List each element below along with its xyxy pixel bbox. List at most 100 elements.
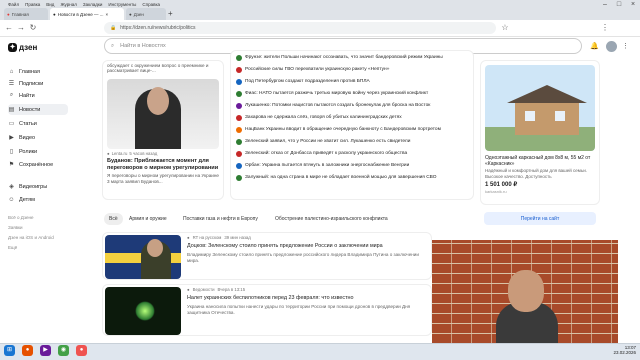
news-list-item[interactable]: Орбан: Украина пытается втянуть в заложн… xyxy=(236,160,474,171)
source-icon: ● xyxy=(107,151,110,156)
story-source[interactable]: Lenta.ru xyxy=(112,151,128,156)
sidebar-item-5[interactable]: ▶ Видео xyxy=(8,132,68,143)
chip-gas[interactable]: Поставки газа и нефти в Европу xyxy=(178,213,263,225)
feed-item[interactable]: ● Ведомости Вчера в 13:15 Налет украинск… xyxy=(102,284,432,336)
tab-home[interactable]: ● Главная xyxy=(4,8,48,20)
firefox-icon[interactable]: ● xyxy=(22,345,33,356)
news-list-item[interactable]: Под Петербургом создают подразделения пр… xyxy=(236,76,474,87)
ad-card[interactable]: Одноэтажный каркасный дом 8х8 м, 55 м2 о… xyxy=(480,60,600,205)
new-tab-icon[interactable]: + xyxy=(168,9,173,18)
news-list-item[interactable]: Залужный: на одна страна в мире не облад… xyxy=(236,172,474,183)
source-logo-icon xyxy=(236,150,242,157)
sidebar-item-8[interactable]: ◈ Видеоигры xyxy=(8,181,68,192)
source-icon: ● xyxy=(187,235,190,240)
feed-headline[interactable]: Доцков: Зеленскому стоило принять предло… xyxy=(187,243,427,249)
feed-headline[interactable]: Налет украинских беспилотников перед 23 … xyxy=(187,295,427,301)
sidebar-item-3[interactable]: ▤ Новости xyxy=(8,104,68,115)
news-list-item[interactable]: Зеленский заявил, что у России не хватит… xyxy=(236,136,474,147)
source-logo-icon xyxy=(236,114,242,121)
news-headline: Под Петербургом создают подразделения пр… xyxy=(245,79,370,84)
news-list-item[interactable]: Лукашенко: Потомки нацистов пытаются соз… xyxy=(236,100,474,111)
sidebar-footer-link[interactable]: Ещё xyxy=(8,245,17,250)
chrome-icon[interactable]: ◉ xyxy=(58,345,69,356)
news-list-item[interactable]: Фиас: НАТО пытается разжечь третью миров… xyxy=(236,88,474,99)
tab-label: Новости в Дзене — ... xyxy=(57,11,104,17)
ad-title[interactable]: Одноэтажный каркасный дом 8х8 м, 55 м2 о… xyxy=(481,155,599,167)
sidebar-item-1[interactable]: ☰ Подписки xyxy=(8,78,68,89)
sidebar-item-9[interactable]: ☺ Детям xyxy=(8,194,68,205)
home-icon: ⌂ xyxy=(9,68,14,75)
tab-dzen[interactable]: ● Дзен xyxy=(126,8,166,20)
sidebar-item-label: Найти xyxy=(19,92,35,99)
notifications-icon[interactable]: 🔔 xyxy=(590,42,599,50)
feed-item[interactable]: ● RT на русском 39 мин назад Доцков: Зел… xyxy=(102,232,432,280)
media-player-icon[interactable]: ▶ xyxy=(40,345,51,356)
tab-news[interactable]: ● Новости в Дзене — ... × xyxy=(50,8,124,20)
source-logo-icon xyxy=(236,126,242,133)
close-window-icon[interactable]: × xyxy=(626,0,640,9)
start-icon[interactable]: ⊞ xyxy=(4,345,15,356)
minimize-icon[interactable]: – xyxy=(598,0,612,9)
sidebar-item-0[interactable]: ⌂ Главная xyxy=(8,66,68,77)
source-logo-icon xyxy=(236,174,242,181)
apps-grid-icon[interactable]: ⋮ xyxy=(622,42,629,50)
sidebar-item-label: Видеоигры xyxy=(19,183,48,190)
menu-view[interactable]: Вид xyxy=(46,2,54,7)
tab-close-icon[interactable]: × xyxy=(105,12,108,17)
story-headline[interactable]: Буданов: Приближается момент для перегов… xyxy=(103,158,223,171)
feed-source[interactable]: RT на русском xyxy=(193,235,222,240)
chip-all[interactable]: Всё xyxy=(104,213,123,225)
recorder-icon[interactable]: ● xyxy=(76,345,87,356)
articles-icon: ▭ xyxy=(8,121,15,127)
maximize-icon[interactable]: □ xyxy=(612,0,626,9)
search-placeholder: Найти в Новостях xyxy=(120,43,166,49)
news-list-item[interactable]: Российские силы ГВО перехватили украинск… xyxy=(236,64,474,75)
menu-edit[interactable]: Правка xyxy=(25,2,40,7)
avatar[interactable] xyxy=(606,41,617,52)
news-headline: Зеленский: отказ от Донбасса приведёт к … xyxy=(245,151,408,156)
menu-help[interactable]: Справка xyxy=(142,2,160,7)
sidebar-footer-link[interactable]: Дзен на iOS и Android xyxy=(8,235,54,240)
bookmark-star-icon[interactable]: ☆ xyxy=(500,22,510,34)
news-list-item[interactable]: Захарова не сдержала слёз, говоря об уби… xyxy=(236,112,474,123)
story-excerpt: Я переговоры о мирном урегулировании на … xyxy=(107,173,219,184)
ad-visit-button[interactable]: Перейти на сайт xyxy=(484,212,596,225)
story-image xyxy=(107,79,219,149)
ad-price: 1 501 000 ₽ xyxy=(485,182,518,188)
forward-icon[interactable]: → xyxy=(16,22,26,34)
sidebar-item-4[interactable]: ▭ Статьи xyxy=(8,118,68,129)
dzen-favicon-icon: ● xyxy=(129,11,132,17)
reload-icon[interactable]: ↻ xyxy=(28,22,38,34)
feed-source[interactable]: Ведомости xyxy=(193,287,215,292)
chip-army[interactable]: Армия и оружие xyxy=(124,213,172,225)
sidebar-footer-link[interactable]: Всё о Дзене xyxy=(8,215,33,220)
feed-excerpt: Украина наносила попытки нанести удары п… xyxy=(187,304,411,315)
browser-menu-bar: Файл Правка Вид Журнал Закладки Инструме… xyxy=(0,0,160,8)
news-list-item[interactable]: Зеленский: отказ от Донбасса приведёт к … xyxy=(236,148,474,159)
menu-bookmarks[interactable]: Закладки xyxy=(83,2,102,7)
tab-label: Главная xyxy=(11,11,29,17)
news-list-item[interactable]: НацБанк Украины вводит в обращение очере… xyxy=(236,124,474,135)
sidebar-item-label: Подписки xyxy=(19,80,44,87)
dzen-logo[interactable]: ✦ дзен xyxy=(8,41,44,53)
sidebar-item-6[interactable]: ▯ Ролики xyxy=(8,146,68,157)
sidebar-item-2[interactable]: ⌕ Найти xyxy=(8,90,68,101)
ad-description: Надёжный и комфортный дом для вашей семь… xyxy=(485,168,587,179)
chip-conflict[interactable]: Обострение палестино-израильского конфли… xyxy=(270,213,393,225)
back-icon[interactable]: ← xyxy=(4,22,14,34)
menu-file[interactable]: Файл xyxy=(8,2,19,7)
address-bar[interactable]: 🔒 https://dzen.ru/news/rubric/politics xyxy=(104,22,496,34)
search-icon: ⌕ xyxy=(111,42,115,49)
source-logo-icon xyxy=(236,54,242,61)
story-card[interactable]: обсуждает с окружением вопрос о преемник… xyxy=(102,60,224,200)
news-list-item[interactable]: Фрунзе: жители Польши начинают осознават… xyxy=(236,52,474,63)
news-icon: ▤ xyxy=(8,107,15,113)
sidebar-footer-link[interactable]: Заявки xyxy=(8,225,23,230)
menu-history[interactable]: Журнал xyxy=(60,2,76,7)
sidebar-item-7[interactable]: ⚑ Сохранённое xyxy=(8,159,68,170)
menu-tools[interactable]: Инструменты xyxy=(108,2,136,7)
extensions-icon[interactable]: ⋮ xyxy=(600,22,610,34)
feed-image xyxy=(105,287,181,335)
sidebar-item-label: Новости xyxy=(19,106,41,113)
subscriptions-icon: ☰ xyxy=(8,81,15,87)
